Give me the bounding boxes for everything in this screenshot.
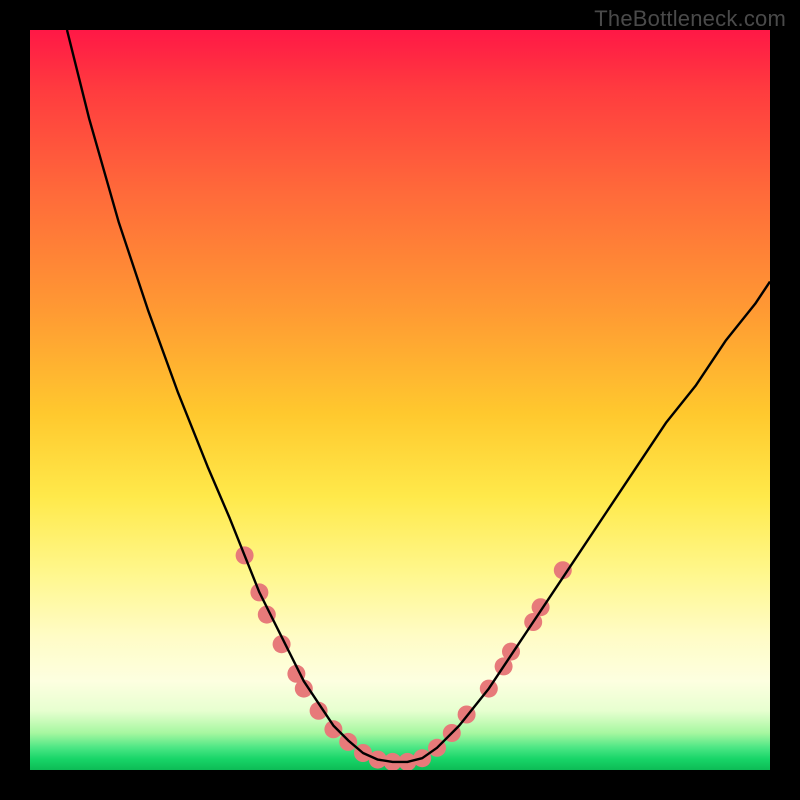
marker-layer [236,546,572,770]
marker-dot [324,720,342,738]
bottleneck-curve [67,30,770,762]
plot-area [30,30,770,770]
chart-stage: TheBottleneck.com [0,0,800,800]
watermark-text: TheBottleneck.com [594,6,786,32]
chart-svg [30,30,770,770]
